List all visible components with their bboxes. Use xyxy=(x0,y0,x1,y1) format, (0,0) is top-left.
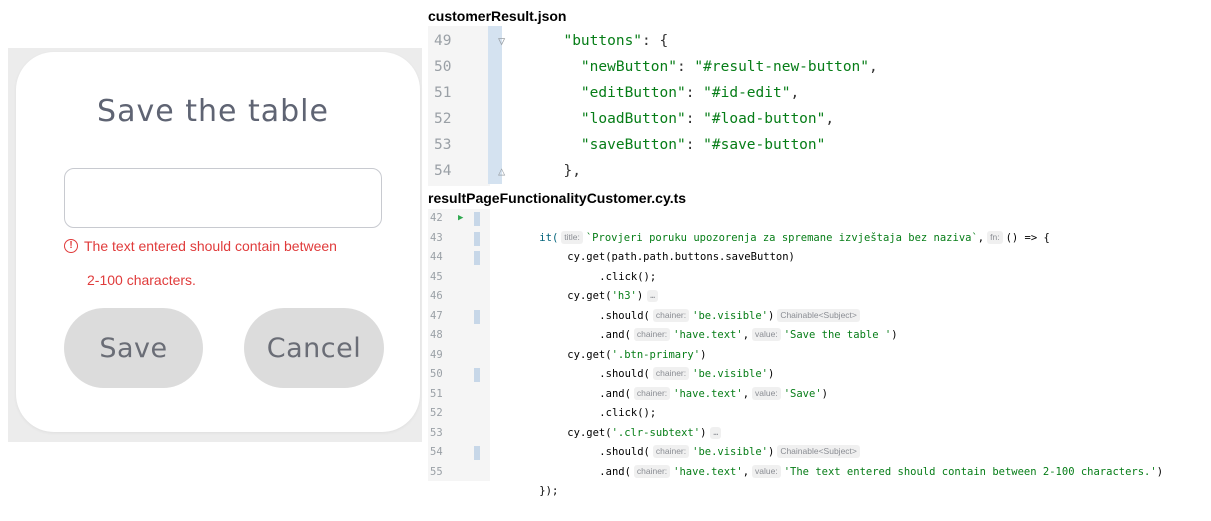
json-file-label: customerResult.json xyxy=(428,8,567,24)
code-line: cy.get('h3')… xyxy=(542,268,659,302)
change-marker xyxy=(474,251,480,265)
inlay-hint: fn: xyxy=(987,230,1003,244)
error-text-line1: The text entered should contain between xyxy=(84,238,337,254)
inlay-hint: value: xyxy=(752,464,781,478)
run-test-icon[interactable]: ▶ xyxy=(458,209,463,229)
line-number: 55 xyxy=(430,465,443,478)
code-line: .click(); xyxy=(599,270,657,283)
code-text: "loadButton": "#load-button", xyxy=(580,111,835,127)
error-icon: ! xyxy=(64,239,78,253)
code-line: }); xyxy=(539,485,559,497)
line-number: 49 xyxy=(434,33,452,49)
line-number: 51 xyxy=(434,85,452,101)
code-text: }, xyxy=(546,163,581,179)
code-line: .should(chainer:'be.visible') Chainable<S… xyxy=(574,424,863,458)
line-number: 50 xyxy=(430,368,443,380)
line-number: 53 xyxy=(430,426,443,439)
code-line: .and(chainer:'have.text', value: 'The text… xyxy=(599,464,1164,478)
code-line: .and(chainer:'have.text', value: 'Save') xyxy=(599,386,828,400)
error-text-line2: 2-100 characters. xyxy=(87,272,196,288)
line-number: 42 xyxy=(430,212,443,224)
line-number: 48 xyxy=(430,329,443,341)
inlay-hint: value: xyxy=(752,328,781,341)
json-code-editor[interactable]: 49 ▽ "buttons": { 50 "newButton": "#result… xyxy=(428,26,1211,186)
line-number: 47 xyxy=(430,309,443,322)
line-number: 49 xyxy=(430,348,443,361)
line-number: 50 xyxy=(434,59,452,75)
dialog-title: Save the table xyxy=(97,94,329,129)
line-number: 46 xyxy=(430,290,443,302)
inlay-hint: chainer: xyxy=(633,464,671,478)
change-marker xyxy=(474,212,480,226)
save-button[interactable]: Save xyxy=(64,308,203,388)
line-number: 53 xyxy=(434,137,452,153)
change-marker xyxy=(474,368,480,382)
line-number: 54 xyxy=(430,446,443,458)
code-text: "editButton": "#id-edit", xyxy=(580,85,800,101)
line-number: 52 xyxy=(434,111,452,127)
line-number: 52 xyxy=(430,407,443,419)
code-line: cy.get('.btn-primary') xyxy=(567,348,707,361)
code-text: "saveButton": "#save-button" xyxy=(580,137,826,153)
table-name-input[interactable] xyxy=(64,168,382,228)
code-text: "buttons": { xyxy=(563,33,669,49)
line-number: 45 xyxy=(430,270,443,283)
ts-file-label: resultPageFunctionalityCustomer.cy.ts xyxy=(428,190,687,206)
code-line: .click(); xyxy=(599,407,657,419)
ts-code-editor[interactable]: 42 ▶ 43 44 45 46 47 48 49 50 51 52 53 54 55 it(title: `… xyxy=(428,209,1211,497)
code-line: cy.get('.clr-subtext')… xyxy=(542,404,722,439)
change-marker xyxy=(474,446,480,460)
line-number: 51 xyxy=(430,387,443,400)
cancel-button[interactable]: Cancel xyxy=(244,308,384,388)
line-number: 44 xyxy=(430,251,443,263)
code-line: cy.get(path.path.buttons.saveButton) xyxy=(567,251,795,263)
code-line: .should(chainer:'be.visible') xyxy=(599,367,775,380)
code-text: "newButton": "#result-new-button", xyxy=(580,59,878,75)
code-line: .should(chainer:'be.visible') Chainable<S… xyxy=(574,287,863,322)
change-marker xyxy=(474,231,480,246)
code-line: it(title: `Provjeri poruku upozorenja za … xyxy=(539,230,1050,244)
fold-toggle-icon[interactable]: ▽ xyxy=(498,28,505,54)
validation-error: ! The text entered should contain betwee… xyxy=(64,237,337,255)
inlay-hint: value: xyxy=(752,386,781,400)
line-number: 54 xyxy=(434,163,452,179)
change-marker xyxy=(474,309,480,324)
code-line: .and(chainer:'have.text', value: 'Save the… xyxy=(599,328,898,341)
line-number: 43 xyxy=(430,231,443,244)
fold-toggle-icon[interactable]: △ xyxy=(498,158,505,184)
